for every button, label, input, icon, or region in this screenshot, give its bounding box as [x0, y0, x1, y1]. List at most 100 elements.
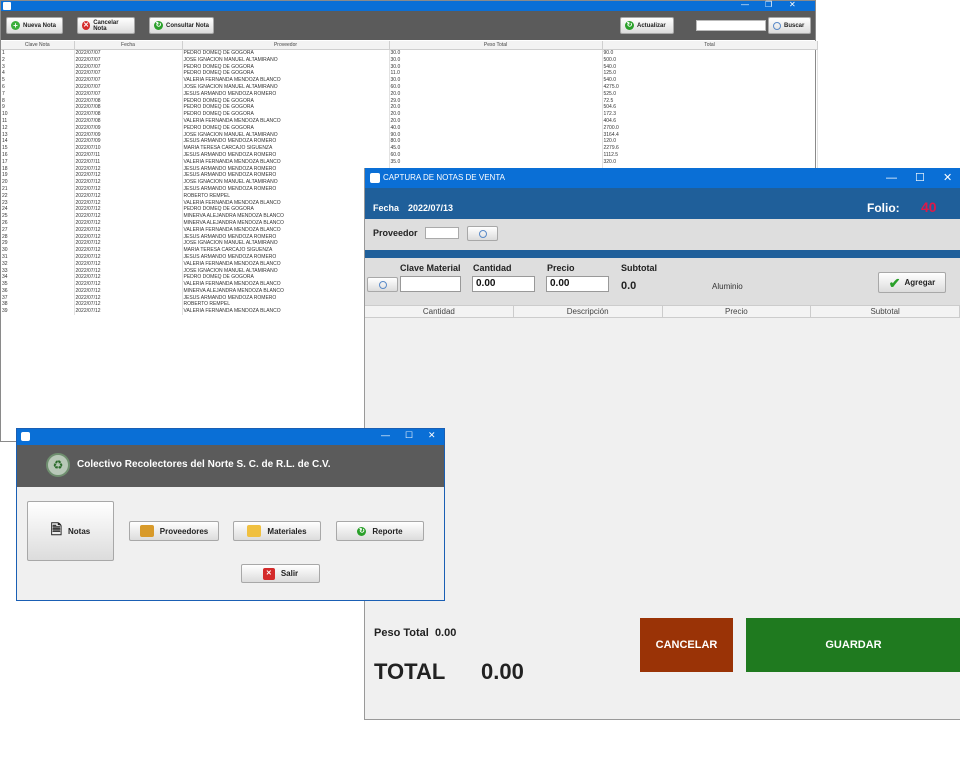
table-row[interactable]: 11 2022/07/08 VALERIA FERNANDA MENDOZA BLA…	[1, 117, 818, 125]
quantity-label: Cantidad	[473, 263, 512, 273]
table-cell: ROBERTO REMPEL	[182, 301, 390, 309]
notes-button[interactable]: 🗎 Notas	[27, 501, 114, 561]
table-cell: 35	[1, 281, 75, 288]
close-icon[interactable]: ✕	[789, 0, 796, 10]
column-header[interactable]: Total	[602, 41, 818, 50]
items-table-header: Cantidad Descripción Precio Subtotal	[365, 305, 960, 318]
close-icon[interactable]: ✕	[428, 430, 436, 441]
table-cell: 23	[1, 199, 75, 207]
table-cell: 26	[1, 219, 75, 227]
price-input[interactable]: 0.00	[546, 276, 609, 292]
quantity-input[interactable]: 0.00	[472, 276, 535, 292]
table-row[interactable]: 1 2022/07/07 PEDRO DOMEQ DE GOGORA 30.0 90.0	[1, 49, 818, 57]
table-cell: 320.0	[602, 158, 818, 166]
table-cell: 2022/07/12	[74, 213, 183, 220]
weight-total: Peso Total 0.00	[374, 627, 456, 639]
date-label: Fecha	[373, 203, 400, 213]
table-cell: 2022/07/12	[74, 260, 183, 268]
material-key-input[interactable]	[400, 276, 461, 292]
table-row[interactable]: 12 2022/07/09 PEDRO DOMEQ DE GOGORA 40.0 270…	[1, 124, 818, 132]
table-row[interactable]: 5 2022/07/07 VALERIA FERNANDA MENDOZA BLAN…	[1, 77, 818, 84]
table-cell: 2022/07/12	[74, 226, 183, 234]
table-cell: 404.6	[602, 117, 818, 125]
column-header[interactable]: Clave Nota	[1, 41, 75, 50]
table-cell: 30.0	[389, 77, 603, 84]
add-button[interactable]: ✔ Agregar	[878, 272, 946, 293]
table-cell: MINERVA ALEJANDRA MENDOZA BLANCO	[182, 213, 390, 220]
table-cell: 2022/07/08	[74, 104, 183, 112]
search-button[interactable]: Buscar	[768, 17, 811, 34]
column-header[interactable]: Fecha	[74, 41, 183, 50]
save-button[interactable]: GUARDAR	[746, 618, 960, 672]
table-row[interactable]: 8 2022/07/08 PEDRO DOMEQ DE GOGORA 29.0 72.5	[1, 97, 818, 105]
material-search-button[interactable]	[367, 277, 398, 292]
price-label: Precio	[547, 263, 575, 273]
table-row[interactable]: 4 2022/07/07 PEDRO DOMEQ DE GOGORA 11.0 125.…	[1, 70, 818, 78]
table-cell: VALERIA FERNANDA MENDOZA BLANCO	[182, 308, 390, 316]
title-bar: — ❐ ✕	[1, 0, 815, 11]
column-header[interactable]: Descripción	[514, 306, 663, 317]
maximize-icon[interactable]: ☐	[405, 430, 413, 441]
material-key-label: Clave Material	[400, 263, 461, 273]
table-cell: 35.0	[389, 158, 603, 166]
maximize-icon[interactable]: ☐	[915, 168, 925, 188]
app-icon	[21, 432, 30, 441]
table-cell: 2022/07/08	[74, 97, 183, 105]
column-header[interactable]: Proveedor	[182, 41, 390, 50]
table-cell: 15	[1, 145, 75, 152]
table-row[interactable]: 10 2022/07/08 PEDRO DOMEQ DE GOGORA 20.0 172…	[1, 111, 818, 118]
minimize-icon[interactable]: —	[381, 430, 390, 440]
table-row[interactable]: 3 2022/07/07 PEDRO DOMEQ DE GOGORA 30.0 540.…	[1, 63, 818, 71]
providers-button[interactable]: Proveedores	[129, 521, 219, 541]
provider-input[interactable]	[425, 227, 459, 239]
table-cell: ROBERTO REMPEL	[182, 192, 390, 200]
table-row[interactable]: 14 2022/07/09 JESUS ARMANDO MENDOZA ROMERO…	[1, 138, 818, 146]
table-cell: JESUS ARMANDO MENDOZA ROMERO	[182, 138, 390, 146]
table-row[interactable]: 16 2022/07/11 JESUS ARMANDO MENDOZA ROMERO…	[1, 151, 818, 159]
cancel-button[interactable]: CANCELAR	[640, 618, 733, 672]
consult-note-button[interactable]: ↻ Consultar Nota	[149, 17, 214, 34]
column-header[interactable]: Cantidad	[365, 306, 514, 317]
notes-label: Notas	[68, 526, 91, 536]
table-cell: 5	[1, 77, 75, 84]
table-cell: PEDRO DOMEQ DE GOGORA	[182, 63, 390, 71]
table-row[interactable]: 17 2022/07/11 VALERIA FERNANDA MENDOZA BLA…	[1, 158, 818, 166]
minimize-icon[interactable]: —	[886, 168, 897, 188]
table-row[interactable]: 6 2022/07/07 JOSE IGNACION MANUEL ALTAMIRA…	[1, 83, 818, 91]
recycle-logo-icon: ♻	[46, 453, 70, 477]
report-button[interactable]: ↻ Reporte	[336, 521, 424, 541]
exit-button[interactable]: ✕ Salir	[241, 564, 320, 583]
table-row[interactable]: 15 2022/07/10 MARIA TERESA CARCAJO SIGUENZ…	[1, 145, 818, 152]
table-cell: 2022/07/07	[74, 70, 183, 78]
table-cell: 27	[1, 226, 75, 234]
column-header[interactable]: Subtotal	[811, 306, 960, 317]
table-cell: JOSE IGNACION MANUEL ALTAMIRANO	[182, 83, 390, 91]
table-cell: 2022/07/12	[74, 179, 183, 186]
table-row[interactable]: 7 2022/07/07 JESUS ARMANDO MENDOZA ROMERO 2…	[1, 90, 818, 98]
table-cell: 45.0	[389, 145, 603, 152]
close-icon[interactable]: ✕	[943, 168, 952, 188]
column-header[interactable]: Precio	[663, 306, 812, 317]
provider-search-button[interactable]	[467, 226, 498, 241]
table-row[interactable]: 13 2022/07/09 JOSE IGNACION MANUEL ALTAMIR…	[1, 131, 818, 139]
cancel-note-button[interactable]: ✕ Cancelar Nota	[77, 17, 135, 34]
maximize-icon[interactable]: ❐	[765, 0, 772, 10]
refresh-label: Actualizar	[637, 22, 666, 29]
table-cell: VALERIA FERNANDA MENDOZA BLANCO	[182, 199, 390, 207]
items-table-body[interactable]	[365, 318, 960, 586]
table-cell: JOSE IGNACION MANUEL ALTAMIRANO	[182, 179, 390, 186]
table-cell: PEDRO DOMEQ DE GOGORA	[182, 124, 390, 132]
new-note-button[interactable]: + Nueva Nota	[6, 17, 63, 34]
minimize-icon[interactable]: —	[741, 0, 749, 10]
table-row[interactable]: 2 2022/07/07 JOSE IGNACION MANUEL ALTAMIRA…	[1, 56, 818, 64]
materials-button[interactable]: Materiales	[233, 521, 321, 541]
table-row[interactable]: 9 2022/07/08 PEDRO DOMEQ DE GOGORA 20.0 504.…	[1, 104, 818, 112]
column-header[interactable]: Peso Total	[389, 41, 603, 50]
search-input[interactable]	[696, 20, 766, 31]
table-cell: 30.0	[389, 63, 603, 71]
table-cell: 6	[1, 83, 75, 91]
table-cell: JESUS ARMANDO MENDOZA ROMERO	[182, 151, 390, 159]
table-cell: 2022/07/12	[74, 185, 183, 193]
table-cell: PEDRO DOMEQ DE GOGORA	[182, 49, 390, 57]
refresh-button[interactable]: ↻ Actualizar	[620, 17, 674, 34]
